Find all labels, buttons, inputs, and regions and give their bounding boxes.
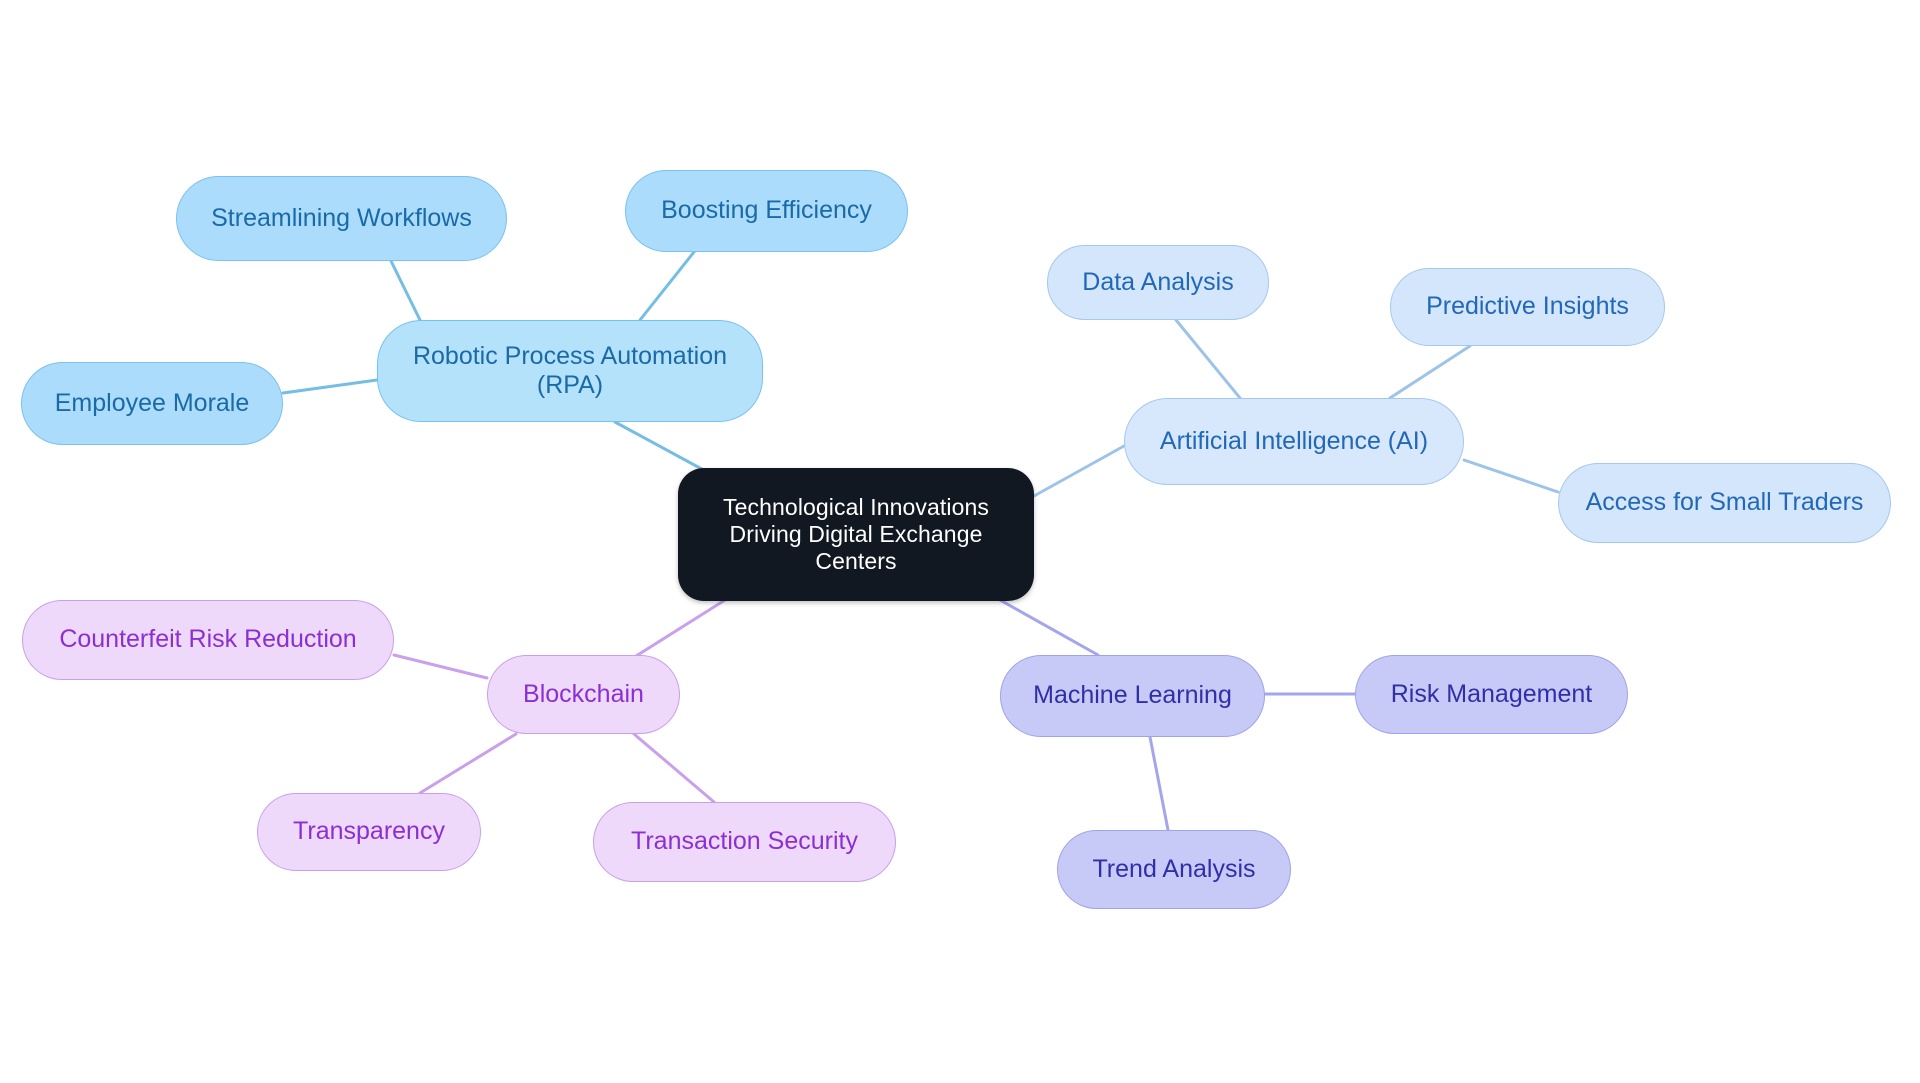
edge-blockchain-counterfeit bbox=[392, 653, 489, 680]
node-boosting-efficiency[interactable]: Boosting Efficiency bbox=[625, 170, 908, 252]
edge-ml-trend bbox=[1148, 735, 1170, 832]
node-root[interactable]: Technological Innovations Driving Digita… bbox=[678, 468, 1034, 601]
node-label: Blockchain bbox=[523, 679, 644, 708]
edge-ai-predictive bbox=[1388, 344, 1472, 400]
node-label: Artificial Intelligence (AI) bbox=[1159, 426, 1429, 455]
node-label: Transaction Security bbox=[631, 827, 858, 856]
node-rpa[interactable]: Robotic Process Automation (RPA) bbox=[377, 320, 763, 422]
node-ai[interactable]: Artificial Intelligence (AI) bbox=[1124, 398, 1464, 485]
edge-rpa-morale bbox=[281, 378, 379, 395]
node-label: Streamlining Workflows bbox=[211, 203, 472, 232]
node-machine-learning[interactable]: Machine Learning bbox=[1000, 655, 1265, 737]
node-label: Data Analysis bbox=[1082, 267, 1234, 296]
node-label: Robotic Process Automation (RPA) bbox=[412, 341, 728, 400]
node-label: Transparency bbox=[293, 817, 445, 846]
node-counterfeit-risk-reduction[interactable]: Counterfeit Risk Reduction bbox=[22, 600, 394, 680]
node-label: Machine Learning bbox=[1033, 681, 1232, 710]
node-trend-analysis[interactable]: Trend Analysis bbox=[1057, 830, 1291, 909]
edge-ai-data bbox=[1174, 318, 1242, 400]
edge-root-ml bbox=[998, 598, 1100, 657]
node-label: Counterfeit Risk Reduction bbox=[59, 625, 357, 654]
node-predictive-insights[interactable]: Predictive Insights bbox=[1390, 268, 1665, 346]
node-label: Access for Small Traders bbox=[1585, 488, 1864, 517]
node-blockchain[interactable]: Blockchain bbox=[487, 655, 680, 734]
node-label: Risk Management bbox=[1390, 679, 1593, 708]
node-employee-morale[interactable]: Employee Morale bbox=[21, 362, 283, 445]
node-label: Boosting Efficiency bbox=[661, 196, 872, 225]
edge-root-blockchain bbox=[623, 598, 727, 665]
node-label: Trend Analysis bbox=[1092, 854, 1256, 883]
node-label: Predictive Insights bbox=[1426, 292, 1629, 321]
mindmap-canvas: Technological Innovations Driving Digita… bbox=[0, 0, 1920, 1083]
node-label: Employee Morale bbox=[54, 388, 250, 417]
edge-rpa-boosting bbox=[638, 250, 696, 322]
node-transaction-security[interactable]: Transaction Security bbox=[593, 802, 896, 882]
node-access-for-small-traders[interactable]: Access for Small Traders bbox=[1558, 463, 1891, 543]
edge-rpa-streamlining bbox=[389, 259, 422, 322]
node-label: Technological Innovations Driving Digita… bbox=[723, 493, 989, 575]
edge-blockchain-transparency bbox=[418, 732, 518, 795]
edge-root-ai bbox=[1032, 444, 1126, 498]
node-transparency[interactable]: Transparency bbox=[257, 793, 481, 871]
node-data-analysis[interactable]: Data Analysis bbox=[1047, 245, 1269, 320]
edge-ai-access bbox=[1462, 458, 1560, 494]
node-streamlining-workflows[interactable]: Streamlining Workflows bbox=[176, 176, 507, 261]
edge-blockchain-transaction bbox=[632, 732, 716, 804]
node-risk-management[interactable]: Risk Management bbox=[1355, 655, 1628, 734]
